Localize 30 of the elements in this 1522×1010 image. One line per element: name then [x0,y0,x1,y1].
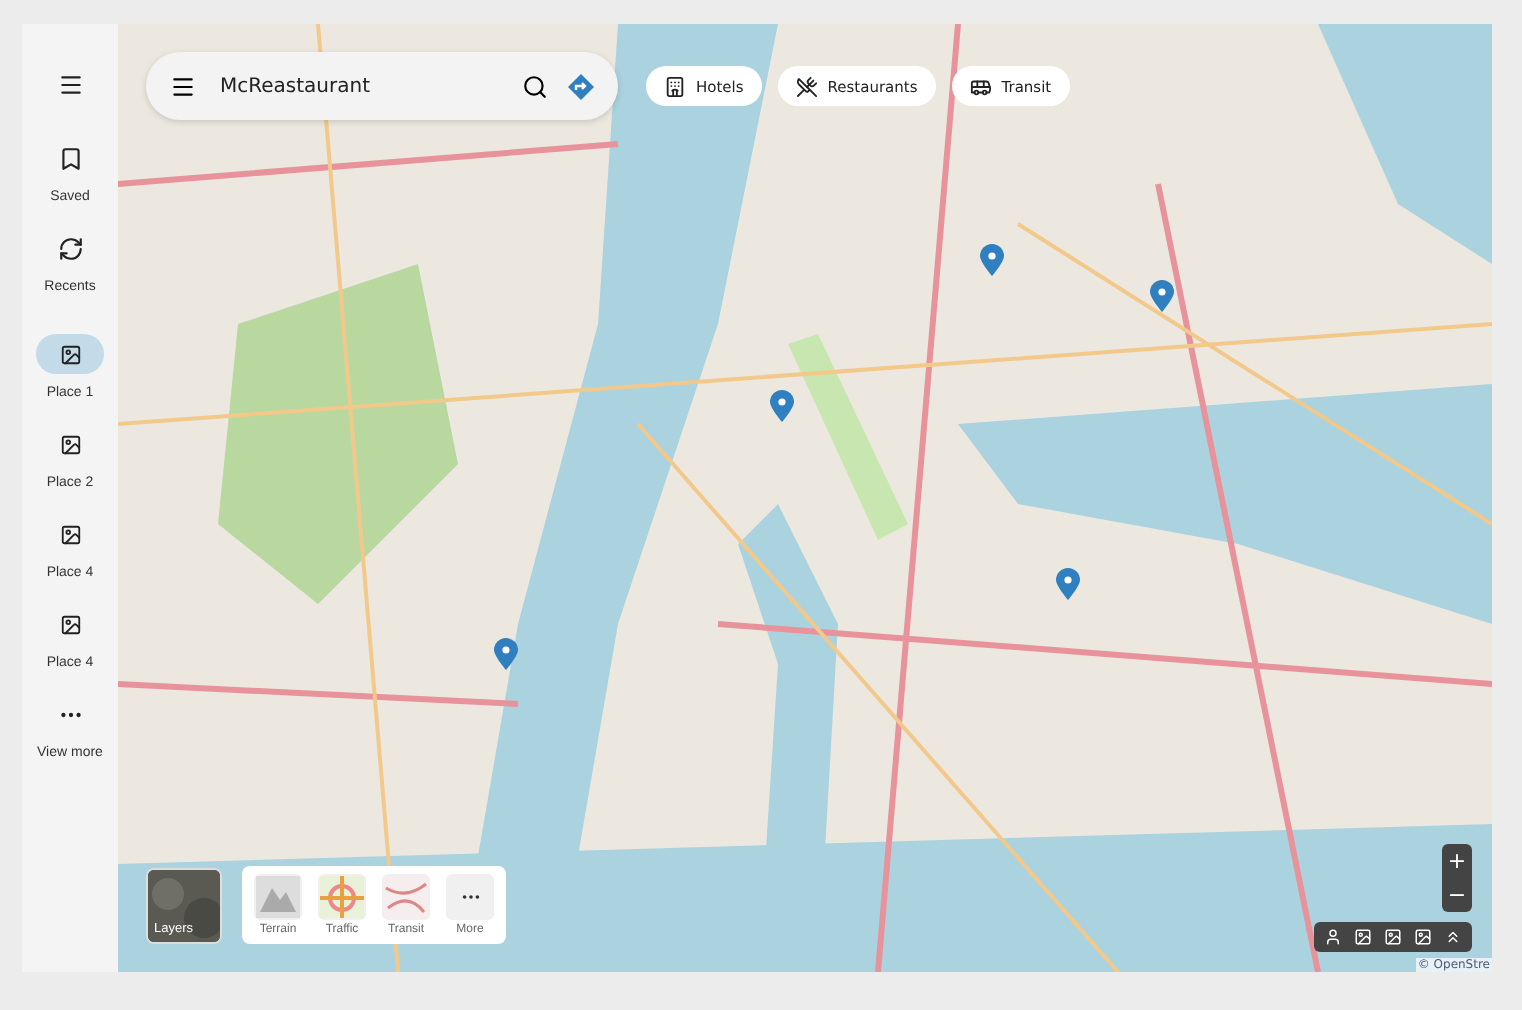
traffic-icon [320,876,364,918]
hotel-icon [664,75,686,97]
bookmark-icon [57,145,83,171]
zoom-in-button[interactable]: + [1442,844,1472,878]
person-icon[interactable] [1324,928,1342,946]
image-icon[interactable] [1384,928,1402,946]
image-icon [59,523,81,545]
refresh-icon [57,235,83,261]
menu-button[interactable] [57,72,83,98]
directions-icon [568,73,594,99]
terrain-icon [256,876,300,918]
menu-icon [170,73,196,99]
map-pin-icon[interactable] [979,243,1004,276]
search-field[interactable]: McReastaurant [216,73,502,99]
map-pin-icon[interactable] [769,390,794,423]
map-pin-icon[interactable] [1150,279,1175,312]
search-icon [522,73,548,99]
zoom-out-button[interactable]: − [1442,878,1472,912]
image-icon [59,343,81,365]
transit-icon [384,876,428,918]
image-icon [59,433,81,455]
chevrons-up-icon[interactable] [1444,928,1462,946]
bus-icon [969,75,992,97]
map-pin-icon[interactable] [493,638,518,671]
menu-icon [57,72,83,98]
image-icon [59,613,81,635]
image-icon[interactable] [1354,928,1372,946]
image-icon[interactable] [1414,928,1432,946]
utensils-icon [795,75,818,97]
map-pin-icon[interactable] [1055,568,1080,601]
